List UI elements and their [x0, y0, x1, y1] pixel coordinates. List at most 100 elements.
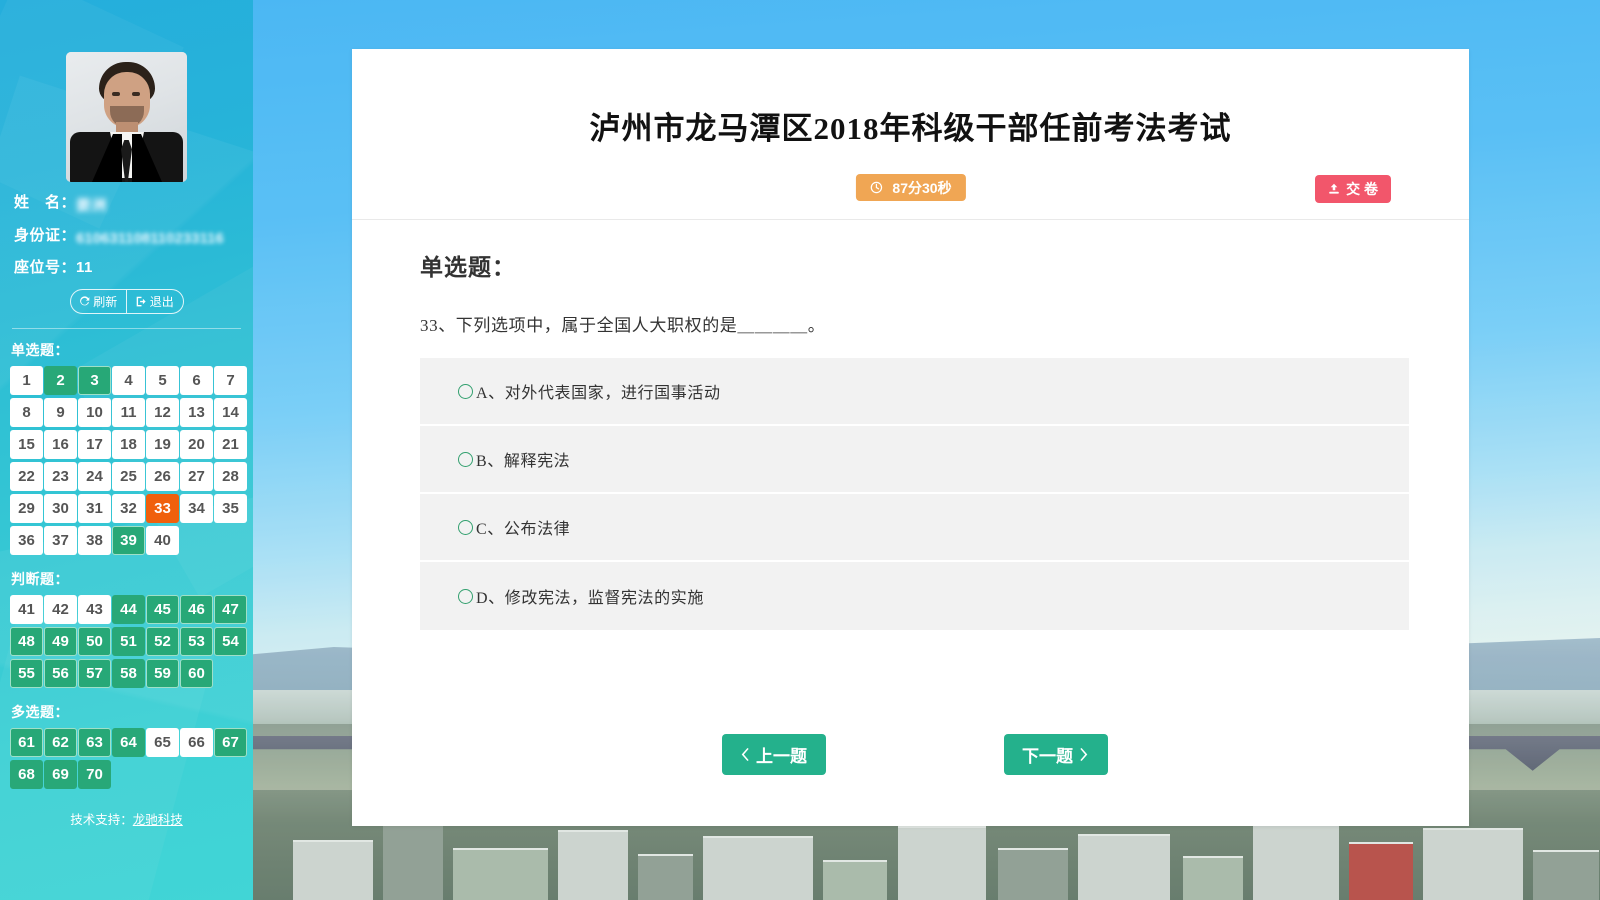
question-button-66[interactable]: 66 — [180, 728, 213, 757]
question-button-42[interactable]: 42 — [44, 595, 77, 624]
logout-button[interactable]: 退出 — [126, 290, 183, 313]
question-button-48[interactable]: 48 — [10, 627, 43, 656]
radio-icon-A[interactable] — [458, 384, 473, 399]
question-button-49[interactable]: 49 — [44, 627, 77, 656]
next-question-button[interactable]: 下一题 — [1004, 734, 1108, 775]
support-link[interactable]: 龙驰科技 — [133, 813, 183, 827]
question-button-7[interactable]: 7 — [214, 366, 247, 395]
refresh-button[interactable]: 刷新 — [71, 290, 127, 313]
question-button-14[interactable]: 14 — [214, 398, 247, 427]
question-button-15[interactable]: 15 — [10, 430, 43, 459]
question-button-62[interactable]: 62 — [44, 728, 77, 757]
question-button-39[interactable]: 39 — [112, 526, 145, 555]
question-button-36[interactable]: 36 — [10, 526, 43, 555]
question-button-10[interactable]: 10 — [78, 398, 111, 427]
question-grid-multiple: 61626364656667 686970 — [10, 728, 253, 792]
question-button-50[interactable]: 50 — [78, 627, 111, 656]
question-button-5[interactable]: 5 — [146, 366, 179, 395]
sidebar: 姓 名：姜洲 身份证：610631108110233116 座位号：11 刷新 — [0, 0, 253, 900]
question-button-69[interactable]: 69 — [44, 760, 77, 789]
question-button-65[interactable]: 65 — [146, 728, 179, 757]
field-name-label: 姓 名： — [14, 194, 76, 211]
page-title: 泸州市龙马潭区2018年科级干部任前考法考试 — [352, 49, 1469, 148]
radio-icon-D[interactable] — [458, 589, 473, 604]
question-button-47[interactable]: 47 — [214, 595, 247, 624]
question-button-64[interactable]: 64 — [112, 728, 145, 757]
radio-icon-C[interactable] — [458, 520, 473, 535]
question-button-45[interactable]: 45 — [146, 595, 179, 624]
question-button-17[interactable]: 17 — [78, 430, 111, 459]
question-button-29[interactable]: 29 — [10, 494, 43, 523]
timer-badge: 87分30秒 — [855, 174, 965, 201]
question-button-2[interactable]: 2 — [44, 366, 77, 395]
logout-icon — [136, 296, 147, 307]
question-button-1[interactable]: 1 — [10, 366, 43, 395]
question-button-22[interactable]: 22 — [10, 462, 43, 491]
question-button-37[interactable]: 37 — [44, 526, 77, 555]
question-button-34[interactable]: 34 — [180, 494, 213, 523]
question-button-24[interactable]: 24 — [78, 462, 111, 491]
question-button-55[interactable]: 55 — [10, 659, 43, 688]
option-A[interactable]: A、对外代表国家，进行国事活动 — [420, 358, 1409, 426]
sidebar-footer: 技术支持：龙驰科技 — [0, 809, 253, 828]
field-id-label: 身份证： — [14, 227, 76, 244]
option-label-C: C、公布法律 — [476, 515, 570, 539]
prev-question-button[interactable]: 上一题 — [722, 734, 826, 775]
question-button-59[interactable]: 59 — [146, 659, 179, 688]
support-prefix: 技术支持： — [70, 813, 133, 827]
question-button-40[interactable]: 40 — [146, 526, 179, 555]
question-button-21[interactable]: 21 — [214, 430, 247, 459]
question-button-43[interactable]: 43 — [78, 595, 111, 624]
question-button-9[interactable]: 9 — [44, 398, 77, 427]
app-root: 姓 名：姜洲 身份证：610631108110233116 座位号：11 刷新 — [0, 0, 1600, 900]
question-button-6[interactable]: 6 — [180, 366, 213, 395]
option-D[interactable]: D、修改宪法，监督宪法的实施 — [420, 562, 1409, 630]
question-button-33[interactable]: 33 — [146, 494, 179, 523]
question-button-12[interactable]: 12 — [146, 398, 179, 427]
question-button-52[interactable]: 52 — [146, 627, 179, 656]
option-C[interactable]: C、公布法律 — [420, 494, 1409, 562]
question-button-58[interactable]: 58 — [112, 659, 145, 688]
refresh-icon — [79, 296, 90, 307]
radio-icon-B[interactable] — [458, 452, 473, 467]
question-button-70[interactable]: 70 — [78, 760, 111, 789]
question-button-32[interactable]: 32 — [112, 494, 145, 523]
question-button-41[interactable]: 41 — [10, 595, 43, 624]
question-button-44[interactable]: 44 — [112, 595, 145, 624]
option-B[interactable]: B、解释宪法 — [420, 426, 1409, 494]
question-button-19[interactable]: 19 — [146, 430, 179, 459]
question-grid-single: 1234567891011121314151617181920212223242… — [10, 366, 253, 558]
question-button-57[interactable]: 57 — [78, 659, 111, 688]
question-button-18[interactable]: 18 — [112, 430, 145, 459]
question-button-23[interactable]: 23 — [44, 462, 77, 491]
submit-button[interactable]: 交 卷 — [1315, 175, 1391, 203]
question-button-68[interactable]: 68 — [10, 760, 43, 789]
question-button-3[interactable]: 3 — [78, 366, 111, 395]
question-button-54[interactable]: 54 — [214, 627, 247, 656]
field-seat: 座位号：11 — [0, 256, 253, 277]
question-button-20[interactable]: 20 — [180, 430, 213, 459]
question-button-60[interactable]: 60 — [180, 659, 213, 688]
question-button-51[interactable]: 51 — [112, 627, 145, 656]
question-button-35[interactable]: 35 — [214, 494, 247, 523]
question-button-13[interactable]: 13 — [180, 398, 213, 427]
option-label-D: D、修改宪法，监督宪法的实施 — [476, 584, 704, 608]
question-button-8[interactable]: 8 — [10, 398, 43, 427]
question-button-30[interactable]: 30 — [44, 494, 77, 523]
question-button-56[interactable]: 56 — [44, 659, 77, 688]
question-button-4[interactable]: 4 — [112, 366, 145, 395]
question-button-67[interactable]: 67 — [214, 728, 247, 757]
question-button-16[interactable]: 16 — [44, 430, 77, 459]
question-button-27[interactable]: 27 — [180, 462, 213, 491]
question-button-28[interactable]: 28 — [214, 462, 247, 491]
question-button-31[interactable]: 31 — [78, 494, 111, 523]
question-button-63[interactable]: 63 — [78, 728, 111, 757]
question-button-11[interactable]: 11 — [112, 398, 145, 427]
timer-text: 87分30秒 — [892, 178, 951, 198]
question-button-38[interactable]: 38 — [78, 526, 111, 555]
question-button-61[interactable]: 61 — [10, 728, 43, 757]
question-button-46[interactable]: 46 — [180, 595, 213, 624]
question-button-26[interactable]: 26 — [146, 462, 179, 491]
question-button-53[interactable]: 53 — [180, 627, 213, 656]
question-button-25[interactable]: 25 — [112, 462, 145, 491]
